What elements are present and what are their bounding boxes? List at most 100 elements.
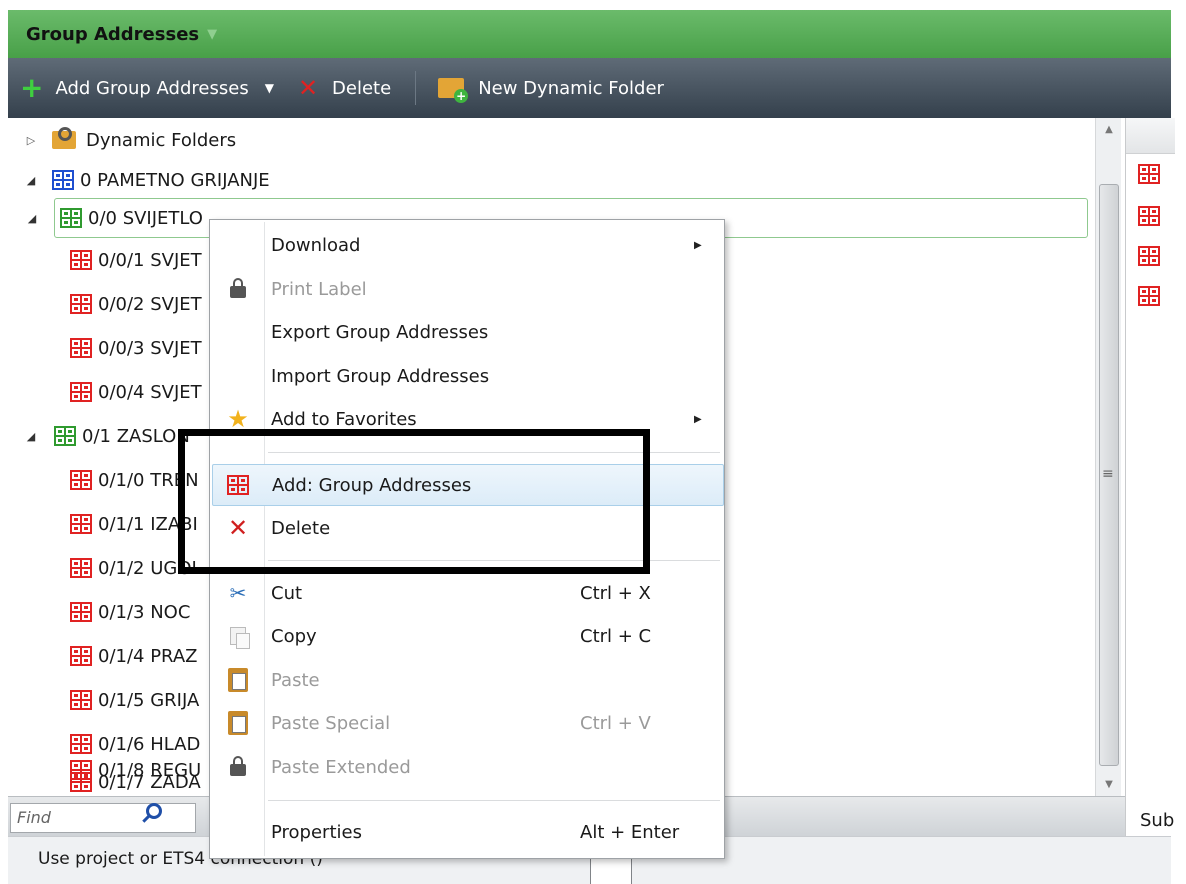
menu-item-download[interactable]: Download ▶ (212, 226, 724, 264)
group-address-icon (70, 690, 92, 710)
new-folder-icon (438, 78, 469, 103)
tree-item-group-address[interactable]: 0/1/2 UGOI (70, 548, 197, 588)
delete-label: Delete (332, 77, 392, 99)
submenu-arrow-icon: ▶ (694, 239, 702, 251)
tree-item-label: Dynamic Folders (86, 129, 237, 151)
tree-item-label: 0/1/1 IZABI (98, 513, 198, 535)
chevron-down-icon[interactable]: ▼ (265, 81, 274, 95)
toolbar: + Add Group Addresses ▼ ✕ Delete New Dyn… (8, 58, 1171, 118)
group-address-icon (70, 338, 92, 358)
lock-icon (226, 277, 250, 301)
tree-item-group-address[interactable]: 0/1/8 REGU (70, 750, 201, 790)
lock-icon (226, 755, 250, 779)
group-address-icon (227, 475, 249, 495)
group-address-icon (1138, 206, 1160, 226)
tree-item-label: 0 PAMETNO GRIJANJE (80, 169, 270, 191)
menu-item-label: Add to Favorites (271, 408, 417, 430)
new-dynamic-folder-button[interactable]: New Dynamic Folder (438, 77, 664, 103)
middle-group-icon (60, 208, 82, 228)
tree-item-label: 0/1/5 GRIJA (98, 689, 200, 711)
tree-item-label: 0/1/0 TREN (98, 469, 199, 491)
middle-group-icon (54, 426, 76, 446)
context-menu: Download ▶ Print Label Export Group Addr… (209, 219, 725, 859)
main-group-icon (52, 170, 74, 190)
menu-item-delete[interactable]: ✕ Delete (212, 509, 724, 547)
menu-item-shortcut: Alt + Enter (580, 821, 680, 843)
delete-button[interactable]: ✕ Delete (298, 76, 391, 100)
tree-scrollbar[interactable]: ▲ ≡ ▼ (1095, 118, 1121, 796)
menu-item-import-group-addresses[interactable]: Import Group Addresses (212, 357, 724, 395)
menu-item-label: Paste Extended (271, 756, 411, 778)
menu-separator (268, 560, 720, 561)
group-address-icon (1138, 164, 1160, 184)
group-address-icon (70, 514, 92, 534)
collapse-icon[interactable]: ◢ (23, 212, 41, 225)
group-address-icon (70, 558, 92, 578)
menu-item-copy[interactable]: Copy Ctrl + C (212, 617, 724, 655)
menu-item-add-to-favorites[interactable]: ★ Add to Favorites ▶ (212, 400, 724, 438)
star-icon: ★ (227, 405, 249, 433)
tree-item-group-address[interactable]: 0/1/5 GRIJA (70, 680, 199, 720)
menu-item-label: Export Group Addresses (271, 321, 489, 343)
tree-item-main-group[interactable]: ◢ 0 PAMETNO GRIJANJE (22, 160, 270, 200)
menu-item-cut[interactable]: ✂ Cut Ctrl + X (212, 574, 724, 612)
menu-item-paste-extended: Paste Extended (212, 748, 724, 786)
menu-item-label: Add: Group Addresses (272, 474, 472, 496)
group-address-icon (70, 470, 92, 490)
tree-item-dynamic-folders[interactable]: ▷ Dynamic Folders (22, 120, 236, 160)
toolbar-divider (415, 71, 417, 105)
right-detail-panel (1125, 118, 1175, 836)
menu-item-properties[interactable]: Properties Alt + Enter (212, 813, 724, 851)
tree-item-label: 0/1/2 UGOI (98, 557, 197, 579)
tree-item-label: 0/1/3 NOC (98, 601, 191, 623)
tree-item-label: 0/0/2 SVJET (98, 293, 202, 315)
panel-title-dropdown-icon[interactable]: ▼ (207, 27, 217, 42)
group-address-icon (70, 760, 92, 780)
menu-item-label: Paste (271, 669, 320, 691)
tree-item-label: 0/0/4 SVJET (98, 381, 202, 403)
new-dynamic-folder-label: New Dynamic Folder (478, 77, 664, 99)
collapse-icon[interactable]: ◢ (22, 174, 40, 187)
add-group-addresses-button[interactable]: + Add Group Addresses ▼ (20, 74, 274, 102)
menu-item-label: Import Group Addresses (271, 365, 490, 387)
tree-item-group-address[interactable]: 0/1/3 NOC (70, 592, 190, 632)
search-icon[interactable] (146, 803, 162, 819)
group-address-icon (70, 250, 92, 270)
delete-icon: ✕ (227, 514, 249, 542)
scroll-down-icon[interactable]: ▼ (1096, 779, 1122, 790)
panel-title: Group Addresses (26, 23, 200, 45)
menu-item-print-label: Print Label (212, 270, 724, 308)
tree-item-middle-group-zaslon[interactable]: ◢ 0/1 ZASLON (22, 416, 190, 456)
delete-icon: ✕ (297, 74, 319, 102)
tree-item-group-address[interactable]: 0/1/0 TREN (70, 460, 199, 500)
menu-item-shortcut: Ctrl + V (580, 712, 651, 734)
tree-item-group-address[interactable]: 0/0/3 SVJET (70, 328, 202, 368)
tree-item-label: 0/1/8 REGU (98, 759, 202, 781)
clipboard-icon (226, 711, 250, 735)
tree-item-group-address[interactable]: 0/0/4 SVJET (70, 372, 202, 412)
menu-item-label: Paste Special (271, 712, 391, 734)
tree-item-group-address[interactable]: 0/0/2 SVJET (70, 284, 202, 324)
tree-item-group-address[interactable]: 0/1/1 IZABI (70, 504, 198, 544)
tree-item-label: 0/0/3 SVJET (98, 337, 202, 359)
tree-item-group-address[interactable]: 0/0/1 SVJET (70, 240, 202, 280)
menu-item-label: Delete (271, 517, 331, 539)
scroll-up-icon[interactable]: ▲ (1096, 124, 1122, 135)
find-input[interactable]: Find (10, 803, 196, 833)
add-group-addresses-label: Add Group Addresses (55, 77, 249, 99)
collapse-icon[interactable]: ◢ (22, 430, 40, 443)
plus-icon: + (20, 71, 44, 104)
menu-item-label: Cut (271, 582, 303, 604)
tree-item-group-address[interactable]: 0/1/4 PRAZ (70, 636, 197, 676)
menu-item-shortcut: Ctrl + X (580, 582, 651, 604)
menu-separator (268, 800, 720, 801)
tree-item-label: 0/0/1 SVJET (98, 249, 202, 271)
scrollbar-grip-icon: ≡ (1102, 466, 1114, 482)
panel-title-bar: Group Addresses ▼ (8, 10, 1171, 58)
menu-item-add-group-addresses[interactable]: Add: Group Addresses (212, 464, 724, 506)
group-address-icon (70, 602, 92, 622)
menu-item-export-group-addresses[interactable]: Export Group Addresses (212, 313, 724, 351)
tree-item-label: 0/1/4 PRAZ (98, 645, 198, 667)
menu-item-label: Download (271, 234, 361, 256)
expand-icon[interactable]: ▷ (22, 134, 40, 147)
